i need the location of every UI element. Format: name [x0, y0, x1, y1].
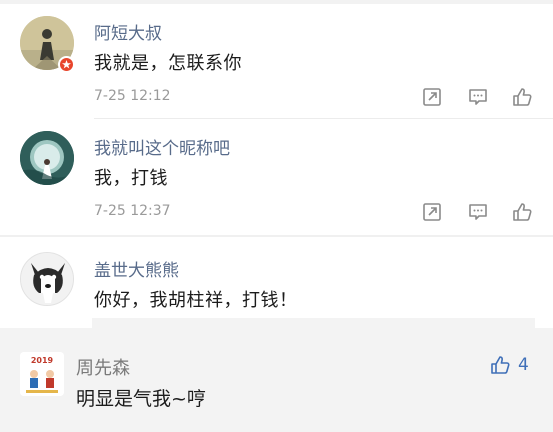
reply-text: 明显是气我~哼 [76, 388, 206, 410]
avatar[interactable] [20, 252, 74, 306]
2019-cartoon-avatar-icon: 2019 [20, 352, 64, 396]
top-separator [0, 0, 553, 4]
reply-box-top [92, 318, 535, 328]
comment-text: 我，打钱 [94, 168, 168, 189]
husky-dog-avatar-icon [21, 253, 73, 305]
thumbs-up-icon[interactable] [511, 201, 533, 223]
wedding-photo-avatar-icon [20, 131, 74, 185]
svg-text:2019: 2019 [31, 356, 54, 365]
reply-username[interactable]: 周先森 [76, 354, 130, 380]
avatar[interactable]: 2019 [20, 352, 64, 396]
reply-box: 2019 周先森 明显是气我~哼 4 [0, 328, 553, 432]
comment-username[interactable]: 我就叫这个昵称吧 [94, 134, 230, 159]
comment-time: 7-25 12:37 [94, 203, 171, 219]
share-icon[interactable] [421, 201, 443, 223]
comment-username[interactable]: 阿短大叔 [94, 19, 162, 44]
thumbs-up-icon[interactable] [489, 354, 511, 376]
comment-time: 7-25 12:12 [94, 88, 171, 104]
thumbs-up-icon[interactable] [511, 86, 533, 108]
share-icon[interactable] [421, 86, 443, 108]
comment-text: 你好，我胡柱祥，打钱！ [94, 290, 298, 311]
comment-icon[interactable] [467, 86, 489, 108]
comment-icon[interactable] [467, 201, 489, 223]
star-badge-icon [58, 56, 75, 73]
comment-divider [94, 118, 553, 119]
comment-text: 我就是，怎联系你 [94, 53, 242, 74]
avatar[interactable] [20, 131, 74, 185]
comment-divider [0, 235, 553, 237]
comment-username[interactable]: 盖世大熊熊 [94, 256, 179, 281]
like-count: 4 [518, 355, 529, 375]
